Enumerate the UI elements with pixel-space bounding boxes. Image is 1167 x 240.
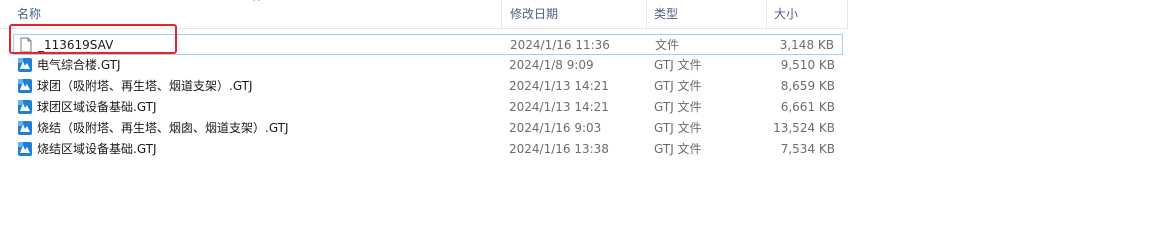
file-row[interactable]: 烧结（吸附塔、再生塔、烟囱、烟道支架）.GTJ 2024/1/16 9:03 G…	[13, 118, 843, 138]
file-row[interactable]: 球团（吸附塔、再生塔、烟道支架）.GTJ 2024/1/13 14:21 GTJ…	[13, 76, 843, 96]
file-size: 13,524 KB	[773, 121, 835, 135]
file-size: 6,661 KB	[780, 100, 835, 114]
column-divider[interactable]	[847, 0, 848, 28]
file-name: 电气综合楼.GTJ	[37, 58, 121, 72]
column-header-date-modified[interactable]: 修改日期	[510, 0, 558, 28]
column-divider[interactable]	[766, 0, 767, 28]
file-type: GTJ 文件	[654, 79, 702, 93]
file-type: GTJ 文件	[654, 142, 702, 156]
file-size: 9,510 KB	[780, 58, 835, 72]
file-size: 8,659 KB	[780, 79, 835, 93]
column-header-row: ^ 名称 修改日期 类型 大小	[0, 0, 848, 29]
gtj-file-icon	[17, 57, 33, 73]
column-header-type[interactable]: 类型	[654, 0, 678, 28]
file-type: GTJ 文件	[654, 121, 702, 135]
column-divider[interactable]	[646, 0, 647, 28]
file-type: GTJ 文件	[654, 58, 702, 72]
file-name: 烧结区域设备基础.GTJ	[37, 142, 157, 156]
file-type: GTJ 文件	[654, 100, 702, 114]
file-size: 3,148 KB	[779, 38, 834, 52]
file-name: _113619SAV	[38, 38, 114, 52]
file-row[interactable]: 烧结区域设备基础.GTJ 2024/1/16 13:38 GTJ 文件 7,53…	[13, 139, 843, 159]
file-explorer-details-view: ^ 名称 修改日期 类型 大小 _113619SAV 2024/1/16 11:…	[0, 0, 1167, 203]
column-divider[interactable]	[501, 0, 502, 28]
file-name: 烧结（吸附塔、再生塔、烟囱、烟道支架）.GTJ	[37, 121, 289, 135]
file-date: 2024/1/13 14:21	[509, 100, 609, 114]
file-row[interactable]: _113619SAV 2024/1/16 11:36 文件 3,148 KB	[13, 34, 843, 55]
gtj-file-icon	[17, 141, 33, 157]
file-type: 文件	[655, 38, 680, 52]
sort-ascending-icon: ^	[252, 0, 262, 9]
column-header-size[interactable]: 大小	[774, 0, 798, 28]
file-date: 2024/1/16 9:03	[509, 121, 602, 135]
file-name: 球团（吸附塔、再生塔、烟道支架）.GTJ	[37, 79, 253, 93]
file-name: 球团区域设备基础.GTJ	[37, 100, 157, 114]
gtj-file-icon	[17, 99, 33, 115]
file-date: 2024/1/8 9:09	[509, 58, 594, 72]
file-date: 2024/1/13 14:21	[509, 79, 609, 93]
file-row[interactable]: 球团区域设备基础.GTJ 2024/1/13 14:21 GTJ 文件 6,66…	[13, 97, 843, 117]
blank-file-icon	[18, 37, 34, 53]
column-header-name[interactable]: 名称	[17, 0, 41, 28]
file-date: 2024/1/16 11:36	[510, 38, 610, 52]
gtj-file-icon	[17, 78, 33, 94]
gtj-file-icon	[17, 120, 33, 136]
file-row[interactable]: 电气综合楼.GTJ 2024/1/8 9:09 GTJ 文件 9,510 KB	[13, 55, 843, 75]
file-date: 2024/1/16 13:38	[509, 142, 609, 156]
file-size: 7,534 KB	[780, 142, 835, 156]
